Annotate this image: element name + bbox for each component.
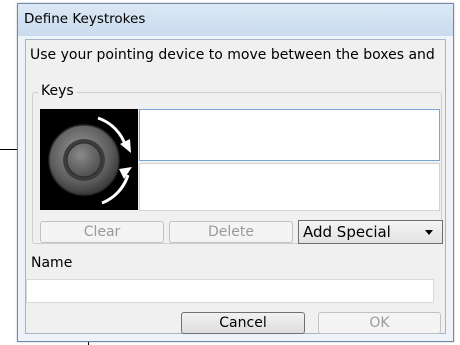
clear-button[interactable]: Clear bbox=[40, 221, 164, 243]
instruction-text: Use your pointing device to move between… bbox=[30, 47, 435, 63]
keys-group-label: Keys bbox=[38, 83, 77, 99]
add-special-dropdown[interactable]: Add Special bbox=[298, 220, 443, 244]
cancel-button[interactable]: Cancel bbox=[181, 312, 305, 334]
keystroke-field-counterclockwise[interactable] bbox=[139, 163, 440, 211]
chevron-down-icon bbox=[425, 230, 433, 235]
keystroke-field-clockwise[interactable] bbox=[139, 109, 440, 161]
dialog-title: Define Keystrokes bbox=[24, 11, 146, 27]
add-special-selected: Add Special bbox=[303, 223, 391, 241]
dialog-body: Use your pointing device to move between… bbox=[25, 39, 446, 334]
define-keystrokes-dialog: Define Keystrokes Use your pointing devi… bbox=[17, 3, 454, 342]
delete-button[interactable]: Delete bbox=[169, 221, 293, 243]
touch-ring-dial-icon bbox=[40, 109, 138, 210]
name-input[interactable] bbox=[26, 279, 434, 303]
title-bar[interactable]: Define Keystrokes bbox=[18, 4, 453, 36]
ok-button[interactable]: OK bbox=[318, 312, 441, 334]
name-label: Name bbox=[31, 255, 73, 271]
